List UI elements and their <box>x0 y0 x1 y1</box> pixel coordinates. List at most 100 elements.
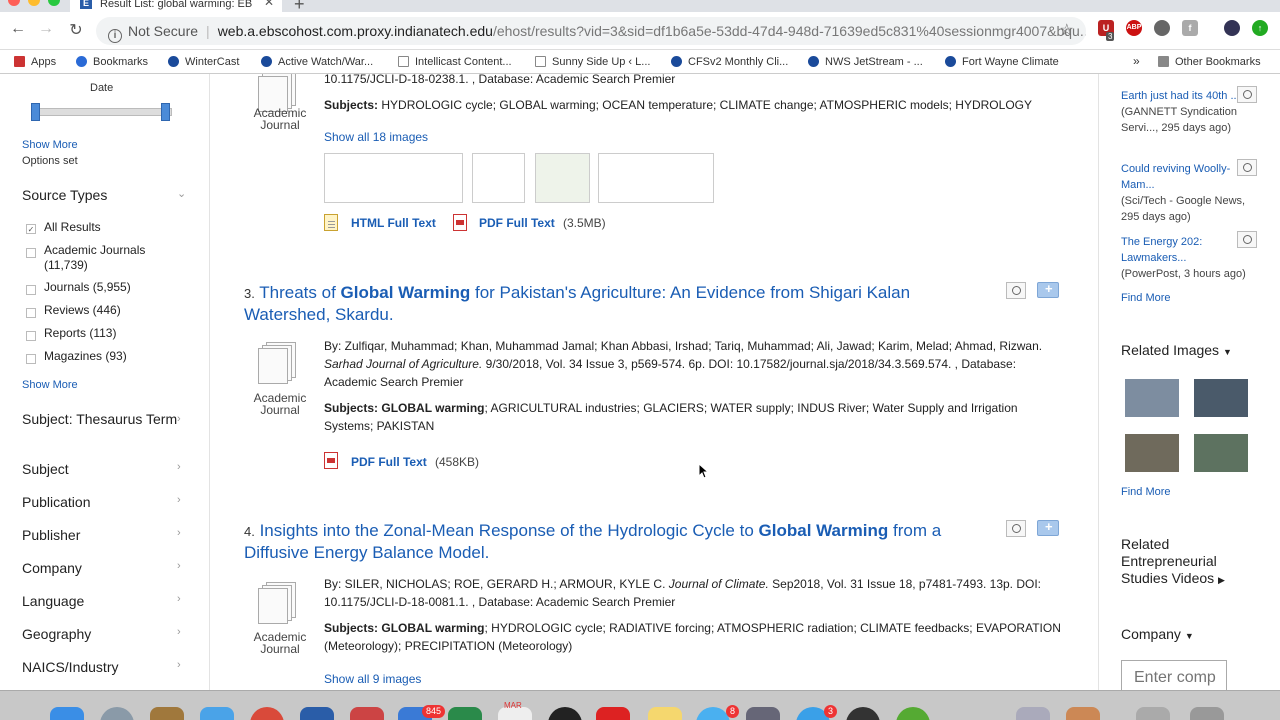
related-image[interactable] <box>1125 379 1179 417</box>
globe-extension-icon[interactable] <box>1154 20 1170 36</box>
facet-publisher[interactable]: Publisher › <box>22 527 181 543</box>
company-search-input[interactable] <box>1121 660 1227 690</box>
app-store-icon[interactable] <box>200 707 234 720</box>
messages-icon[interactable] <box>696 707 730 720</box>
facet-subject[interactable]: Subject › <box>22 461 181 477</box>
preview-magnifier-icon[interactable] <box>1006 282 1026 299</box>
pdf-full-text-link[interactable]: PDF Full Text <box>479 216 555 230</box>
launchpad-icon[interactable] <box>100 707 134 720</box>
photo-app-icon[interactable] <box>746 707 780 720</box>
result-title-4[interactable]: 4. Insights into the Zonal-Mean Response… <box>244 520 964 563</box>
notes-app-icon[interactable] <box>150 707 184 720</box>
trash-icon[interactable] <box>1190 707 1224 720</box>
browser-tab-active[interactable]: E Result List: global warming: EB ✕ <box>70 0 282 12</box>
pdf-full-text-link[interactable]: PDF Full Text <box>351 455 427 469</box>
reload-icon[interactable]: ↻ <box>66 20 86 40</box>
close-tab-icon[interactable]: ✕ <box>264 0 274 8</box>
close-window-icon[interactable] <box>8 0 20 6</box>
related-image[interactable] <box>1194 434 1248 472</box>
facet-naics-industry[interactable]: NAICS/Industry › <box>22 659 181 675</box>
related-image[interactable] <box>1125 434 1179 472</box>
clock-icon[interactable] <box>548 707 582 720</box>
related-images-heading[interactable]: Related Images ▼ <box>1121 342 1232 361</box>
preview-magnifier-icon[interactable] <box>1006 520 1026 537</box>
address-bar[interactable]: i Not Secure | web.a.ebscohost.com.proxy.in… <box>96 17 1086 45</box>
bookmark-sunny-side[interactable]: Sunny Side Up ‹ L... <box>535 56 650 68</box>
preview-magnifier-icon[interactable] <box>1237 86 1257 103</box>
folder-dock-icon[interactable] <box>1066 707 1100 720</box>
html-full-text-link[interactable]: HTML Full Text <box>351 216 436 230</box>
company-heading[interactable]: Company ▼ <box>1121 626 1194 645</box>
chrome-icon[interactable] <box>250 707 284 720</box>
image-thumbnail[interactable] <box>535 153 590 203</box>
bookmark-jetstream[interactable]: NWS JetStream - ... <box>808 56 923 68</box>
slider-handle-start[interactable] <box>31 103 40 121</box>
related-image[interactable] <box>1194 379 1248 417</box>
info-icon[interactable]: i <box>108 29 122 43</box>
minimize-window-icon[interactable] <box>28 0 40 6</box>
date-range-slider[interactable] <box>31 103 172 121</box>
image-thumbnail[interactable] <box>598 153 714 203</box>
stickies-icon[interactable] <box>648 707 682 720</box>
image-thumbnail[interactable] <box>472 153 525 203</box>
checkbox-journals[interactable] <box>26 285 36 295</box>
excel-icon[interactable] <box>448 707 482 720</box>
facet-thesaurus-term[interactable]: Subject: Thesaurus Term › <box>22 411 182 428</box>
finder-icon[interactable] <box>50 707 84 720</box>
bookmark-star-icon[interactable]: ☆ <box>1060 17 1074 45</box>
bookmarks-bar: Apps Bookmarks WinterCast Active Watch/W… <box>0 50 1280 74</box>
word-icon[interactable] <box>300 707 334 720</box>
news-title-link[interactable]: Earth just had its 40th ... <box>1121 90 1240 102</box>
facet-geography[interactable]: Geography › <box>22 626 181 642</box>
bookmark-intellicast[interactable]: Intellicast Content... <box>398 56 512 68</box>
facet-company[interactable]: Company › <box>22 560 181 576</box>
bookmark-wintercast[interactable]: WinterCast <box>168 56 239 68</box>
preview-magnifier-icon[interactable] <box>1237 159 1257 176</box>
news-title-link[interactable]: Could reviving Woolly-Mam... <box>1121 163 1230 191</box>
news-title-link[interactable]: The Energy 202: Lawmakers... <box>1121 236 1202 264</box>
bookmark-fort-wayne[interactable]: Fort Wayne Climate <box>945 56 1059 68</box>
facet-source-types[interactable]: Source Types ⌄ <box>22 187 186 203</box>
show-more-link[interactable]: Show More <box>22 139 78 151</box>
profile-avatar[interactable] <box>1224 20 1240 36</box>
show-images-link[interactable]: Show all 18 images <box>324 130 428 144</box>
powerpoint-icon[interactable] <box>350 707 384 720</box>
checkbox-all-results[interactable]: ✓ <box>26 224 36 234</box>
facet-language[interactable]: Language › <box>22 593 181 609</box>
new-tab-icon[interactable]: + <box>294 0 305 12</box>
options-set-link[interactable]: Options set <box>22 155 78 167</box>
preview-icon[interactable] <box>1016 707 1050 720</box>
find-more-images-link[interactable]: Find More <box>1121 486 1171 498</box>
app-icon[interactable] <box>896 707 930 720</box>
result-title-3[interactable]: 3. Threats of Global Warming for Pakista… <box>244 282 964 325</box>
show-images-link[interactable]: Show all 9 images <box>324 672 421 686</box>
update-icon[interactable]: ↑ <box>1252 20 1268 36</box>
adblock-icon[interactable]: ABP <box>1126 20 1142 36</box>
checkbox-reviews[interactable] <box>26 308 36 318</box>
slider-handle-end[interactable] <box>161 103 170 121</box>
bookmark-apps[interactable]: Apps <box>14 56 56 68</box>
preview-magnifier-icon[interactable] <box>1237 231 1257 248</box>
add-to-folder-icon[interactable] <box>1037 519 1059 536</box>
maximize-window-icon[interactable] <box>48 0 60 6</box>
show-more-link[interactable]: Show More <box>22 379 78 391</box>
flash-icon[interactable] <box>596 707 630 720</box>
downloads-icon[interactable] <box>1136 707 1170 720</box>
image-thumbnail[interactable] <box>324 153 463 203</box>
checkbox-academic-journals[interactable] <box>26 248 36 258</box>
checkbox-reports[interactable] <box>26 331 36 341</box>
back-arrow-icon[interactable]: ← <box>8 20 28 38</box>
add-to-folder-icon[interactable] <box>1037 281 1059 298</box>
find-more-news-link[interactable]: Find More <box>1121 292 1171 304</box>
other-bookmarks[interactable]: Other Bookmarks <box>1158 56 1261 68</box>
facebook-icon[interactable]: f <box>1182 20 1198 36</box>
related-videos-heading[interactable]: Related Entrepreneurial Studies Videos ▶ <box>1121 536 1241 589</box>
bookmark-bookmarks[interactable]: Bookmarks <box>76 56 148 68</box>
facet-publication[interactable]: Publication › <box>22 494 181 510</box>
bookmark-cfsv2[interactable]: CFSv2 Monthly Cli... <box>671 56 788 68</box>
system-prefs-icon[interactable] <box>846 707 880 720</box>
more-bookmarks-chevron[interactable]: » <box>1133 54 1140 68</box>
forward-arrow-icon[interactable]: → <box>36 20 56 38</box>
bookmark-active-watch[interactable]: Active Watch/War... <box>261 56 373 68</box>
checkbox-magazines[interactable] <box>26 354 36 364</box>
